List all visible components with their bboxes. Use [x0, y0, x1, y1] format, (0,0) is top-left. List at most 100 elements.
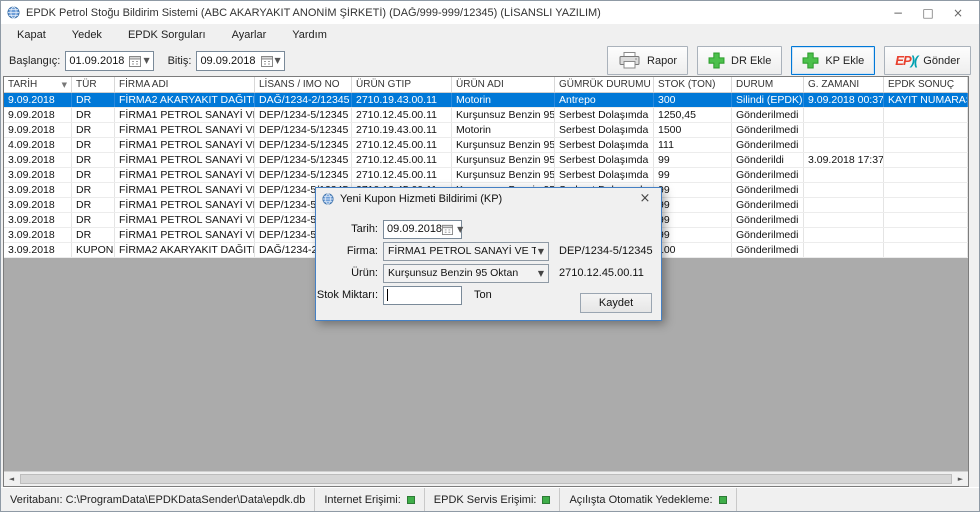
status-ok-led: [407, 496, 415, 504]
table-cell: FİRMA2 AKARYAKIT DAĞITIM S...: [115, 243, 255, 257]
dialog-title: Yeni Kupon Hizmeti Bildirimi (KP): [340, 193, 502, 205]
urun-dropdown[interactable]: Kurşunsuz Benzin 95 Oktan ▼: [383, 264, 549, 283]
dialog-title-bar[interactable]: Yeni Kupon Hizmeti Bildirimi (KP) ×: [316, 188, 661, 209]
maximize-button[interactable]: □: [913, 2, 943, 24]
start-date-value: 01.09.2018: [69, 55, 124, 67]
table-cell: 99: [654, 228, 732, 242]
firma-license-info: DEP/1234-5/12345: [559, 245, 653, 257]
column-header-10[interactable]: EPDK SONUÇ: [884, 77, 968, 92]
toolbar: Başlangıç: 01.09.2018 ▼ Bitiş: 09.09.201…: [1, 45, 979, 76]
start-date-picker[interactable]: 01.09.2018 ▼: [65, 51, 153, 71]
table-row[interactable]: 9.09.2018DRFİRMA1 PETROL SANAYİ VE Tİ...…: [4, 123, 968, 138]
column-header-5[interactable]: ÜRÜN ADI: [452, 77, 555, 92]
table-row[interactable]: 9.09.2018DRFİRMA2 AKARYAKIT DAĞITIM S...…: [4, 93, 968, 108]
end-date-picker[interactable]: 09.09.2018 ▼: [196, 51, 284, 71]
sort-desc-icon: ▼: [62, 81, 67, 89]
tarih-field-row: Tarih: 09.09.2018 ▼: [316, 219, 661, 239]
table-cell: DAĞ/1234-2/12345: [255, 93, 352, 107]
kp-ekle-button[interactable]: KP Ekle: [791, 46, 875, 75]
status-indicator-label: Açılışta Otomatik Yedekleme:: [569, 494, 712, 506]
urun-label: Ürün:: [316, 267, 378, 279]
table-cell: [804, 183, 884, 197]
status-indicator-label: Internet Erişimi:: [324, 494, 400, 506]
scroll-right-icon[interactable]: ►: [953, 472, 968, 486]
table-cell: 2710.19.43.00.11: [352, 123, 452, 137]
menu-item-ayarlar[interactable]: Ayarlar: [224, 27, 275, 43]
minimize-button[interactable]: −: [883, 2, 913, 24]
calendar-icon: [442, 224, 453, 235]
table-cell: 9.09.2018 00:37: [804, 93, 884, 107]
table-cell: DR: [72, 213, 115, 227]
column-header-6[interactable]: GÜMRÜK DURUMU: [555, 77, 654, 92]
table-cell: DR: [72, 168, 115, 182]
tarih-value: 09.09.2018: [387, 223, 442, 235]
chevron-down-icon: ▼: [538, 247, 544, 256]
table-cell: DEP/1234-5/12345: [255, 138, 352, 152]
column-header-9[interactable]: G. ZAMANI: [804, 77, 884, 92]
table-cell: 99: [654, 198, 732, 212]
table-cell: 111: [654, 138, 732, 152]
kaydet-button[interactable]: Kaydet: [580, 293, 652, 313]
text-caret: [387, 289, 388, 301]
column-header-3[interactable]: LİSANS / IMO NO: [255, 77, 352, 92]
table-cell: Gönderilmedi: [732, 243, 804, 257]
dr-ekle-button[interactable]: DR Ekle: [697, 46, 782, 75]
table-cell: [884, 108, 968, 122]
table-cell: 2710.12.45.00.11: [352, 168, 452, 182]
menu-item-yardım[interactable]: Yardım: [284, 27, 335, 43]
rapor-button[interactable]: Rapor: [607, 46, 688, 75]
menu-item-kapat[interactable]: Kapat: [9, 27, 54, 43]
table-cell: Motorin: [452, 93, 555, 107]
table-cell: 3.09.2018: [4, 198, 72, 212]
close-button[interactable]: ×: [943, 2, 973, 24]
table-cell: Gönderilmedi: [732, 228, 804, 242]
scroll-left-icon[interactable]: ◄: [4, 472, 19, 486]
column-header-8[interactable]: DURUM: [732, 77, 804, 92]
horizontal-scrollbar[interactable]: ◄ ►: [4, 471, 968, 486]
urun-field-row: Ürün: Kurşunsuz Benzin 95 Oktan ▼ 2710.1…: [316, 263, 661, 283]
column-header-0[interactable]: TARİH▼: [4, 77, 72, 92]
tarih-label: Tarih:: [316, 223, 378, 235]
firma-selected-value: FİRMA1 PETROL SANAYİ VE TİCARET: [388, 245, 536, 257]
menu-item-epdk-sorguları[interactable]: EPDK Sorguları: [120, 27, 214, 43]
table-cell: DR: [72, 138, 115, 152]
epdk-gonder-button[interactable]: EP)( Gönder: [884, 46, 971, 75]
scrollbar-thumb[interactable]: [20, 474, 952, 484]
table-cell: FİRMA1 PETROL SANAYİ VE Tİ...: [115, 153, 255, 167]
table-row[interactable]: 3.09.2018DRFİRMA1 PETROL SANAYİ VE Tİ...…: [4, 168, 968, 183]
table-cell: [884, 228, 968, 242]
dialog-close-button[interactable]: ×: [635, 191, 655, 206]
column-header-label: FİRMA ADI: [119, 79, 168, 90]
table-cell: FİRMA1 PETROL SANAYİ VE Tİ...: [115, 123, 255, 137]
table-cell: Serbest Dolaşımda: [555, 123, 654, 137]
column-header-4[interactable]: ÜRÜN GTIP: [352, 77, 452, 92]
table-cell: DR: [72, 183, 115, 197]
table-cell: Gönderilmedi: [732, 108, 804, 122]
column-header-label: ÜRÜN ADI: [456, 79, 504, 90]
rapor-button-label: Rapor: [647, 55, 677, 67]
table-row[interactable]: 3.09.2018DRFİRMA1 PETROL SANAYİ VE Tİ...…: [4, 153, 968, 168]
gonder-button-label: Gönder: [923, 55, 960, 67]
table-cell: [804, 138, 884, 152]
table-cell: DR: [72, 228, 115, 242]
end-date-value: 09.09.2018: [200, 55, 255, 67]
stok-miktari-input[interactable]: [383, 286, 462, 305]
column-header-7[interactable]: STOK (TON): [654, 77, 732, 92]
table-cell: [804, 108, 884, 122]
firma-dropdown[interactable]: FİRMA1 PETROL SANAYİ VE TİCARET ▼: [383, 242, 549, 261]
status-indicator-segment: Açılışta Otomatik Yedekleme:: [560, 488, 736, 511]
table-row[interactable]: 4.09.2018DRFİRMA1 PETROL SANAYİ VE Tİ...…: [4, 138, 968, 153]
table-cell: 2710.12.45.00.11: [352, 153, 452, 167]
table-cell: 99: [654, 183, 732, 197]
table-cell: Gönderildi: [732, 153, 804, 167]
column-header-2[interactable]: FİRMA ADI: [115, 77, 255, 92]
table-cell: [804, 213, 884, 227]
menu-item-yedek[interactable]: Yedek: [64, 27, 110, 43]
column-header-1[interactable]: TÜR: [72, 77, 115, 92]
table-cell: DR: [72, 198, 115, 212]
tarih-date-picker[interactable]: 09.09.2018 ▼: [383, 220, 462, 239]
table-row[interactable]: 9.09.2018DRFİRMA1 PETROL SANAYİ VE Tİ...…: [4, 108, 968, 123]
firma-label: Firma:: [316, 245, 378, 257]
chevron-down-icon: ▼: [275, 56, 281, 65]
table-cell: 4.09.2018: [4, 138, 72, 152]
